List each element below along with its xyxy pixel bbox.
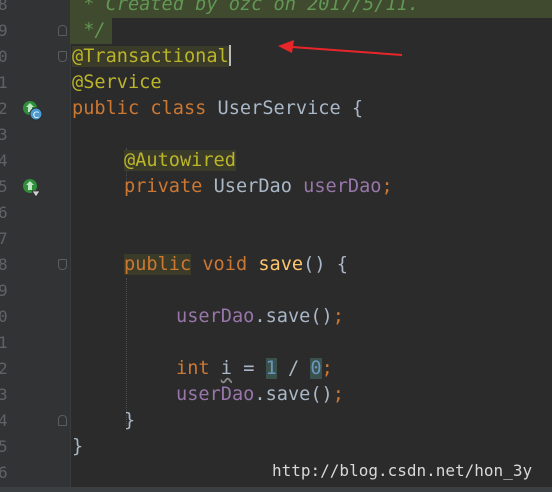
line-number: 0: [0, 47, 8, 66]
comment-text: * Created by ozc on 2017/5/11.: [72, 0, 420, 15]
gutter-line: 4: [0, 148, 70, 174]
code-line: @Service: [72, 70, 162, 96]
keyword: private: [124, 176, 203, 197]
line-number: 3: [0, 385, 8, 404]
semicolon: ;: [321, 358, 333, 379]
number-literal: 1: [265, 358, 277, 379]
editor-gutter: 8 9 0 1 2 C 3 4 5 6 7 8 9 0 1 2 3 4 5 6: [0, 0, 70, 492]
line-number: 6: [0, 203, 8, 222]
line-number: 2: [0, 359, 8, 378]
keyword-int: int: [176, 358, 210, 379]
line-number: 5: [0, 177, 8, 196]
line-number: 9: [0, 21, 8, 40]
gutter-line: 0: [0, 44, 70, 70]
class-marker-letter: C: [33, 111, 39, 121]
line-number: 4: [0, 151, 8, 170]
semicolon: ;: [332, 384, 344, 405]
line-number: 7: [0, 229, 8, 248]
fold-end-icon[interactable]: [58, 415, 67, 426]
gutter-line: 2: [0, 356, 70, 382]
gutter-line: 5: [0, 434, 70, 460]
field-reference[interactable]: userDao: [176, 306, 254, 327]
code-line: private UserDao userDao;: [124, 174, 393, 200]
type-name[interactable]: UserDao: [202, 176, 303, 197]
code-line: @Autowired: [124, 148, 236, 174]
horizontal-scrollbar[interactable]: [0, 487, 552, 492]
gutter-line: 6: [0, 200, 70, 226]
comment-text: */: [72, 20, 106, 41]
line-number: 6: [0, 463, 8, 482]
gutter-line: 8: [0, 252, 70, 278]
method-name[interactable]: save: [258, 254, 303, 275]
keyword-void: void: [191, 254, 259, 275]
code-line: userDao.save();: [176, 382, 344, 408]
keyword-public: public: [124, 254, 192, 275]
code-line: int i = 1 / 0;: [176, 356, 333, 382]
text-caret: [228, 45, 231, 66]
method-call: .save(): [254, 306, 333, 327]
indent-guide: [126, 278, 127, 426]
code-area[interactable]: * Created by ozc on 2017/5/11. */ @Trans…: [72, 0, 552, 492]
line-number: 1: [0, 333, 8, 352]
watermark: http://blog.csdn.net/hon_3y: [272, 461, 533, 480]
line-number: 8: [0, 0, 8, 14]
gutter-line: 7: [0, 226, 70, 252]
code-line: }: [72, 434, 83, 460]
code-line: public class UserService {: [72, 96, 363, 122]
service-annotation[interactable]: @Service: [72, 72, 162, 93]
gutter-line: 0: [0, 304, 70, 330]
assign-operator: =: [232, 358, 266, 379]
line-number: 3: [0, 125, 8, 144]
variable-i[interactable]: i: [221, 358, 232, 379]
field-reference[interactable]: userDao: [176, 384, 254, 405]
divide-operator: /: [276, 358, 311, 379]
fold-start-icon[interactable]: [58, 259, 67, 270]
class-name[interactable]: UserService {: [206, 98, 364, 119]
gutter-line: 3: [0, 122, 70, 148]
gutter-separator: [70, 0, 71, 492]
line-number: 9: [0, 281, 8, 300]
transactional-annotation[interactable]: @Transactional: [72, 46, 229, 67]
line-number: 2: [0, 99, 8, 118]
line-number: 8: [0, 255, 8, 274]
keyword: public class: [72, 98, 207, 119]
number-literal: 0: [310, 358, 322, 379]
gutter-line: 1: [0, 330, 70, 356]
gutter-line: 2 C: [0, 96, 70, 122]
autowired-annotation[interactable]: @Autowired: [124, 150, 236, 171]
method-signature-rest: () {: [303, 254, 348, 275]
code-line: userDao.save();: [176, 304, 344, 330]
semicolon: ;: [381, 176, 393, 197]
gutter-line: 5: [0, 174, 70, 200]
red-arrow-annotation: [278, 40, 403, 56]
class-override-icon[interactable]: C: [22, 99, 43, 121]
line-number: 4: [0, 411, 8, 430]
closing-brace: }: [124, 410, 136, 431]
field-name[interactable]: userDao: [303, 176, 381, 197]
line-number: 0: [0, 307, 8, 326]
gutter-line: 4: [0, 408, 70, 434]
semicolon: ;: [332, 306, 344, 327]
line-number: 1: [0, 73, 8, 92]
gutter-line: 9: [0, 18, 70, 44]
code-editor[interactable]: 8 9 0 1 2 C 3 4 5 6 7 8 9 0 1 2 3 4 5 6 …: [0, 0, 552, 492]
code-line: @Transactional: [72, 44, 231, 70]
line-number: 5: [0, 437, 8, 456]
code-line: * Created by ozc on 2017/5/11.: [72, 0, 419, 18]
gutter-line: 6: [0, 460, 70, 486]
code-line: public void save() {: [124, 252, 348, 278]
gutter-line: 3: [0, 382, 70, 408]
fold-start-icon[interactable]: [58, 51, 67, 62]
bean-injection-icon[interactable]: [22, 177, 41, 198]
gutter-line: 1: [0, 70, 70, 96]
code-line: */: [72, 18, 106, 44]
gutter-line: 8: [0, 0, 70, 18]
method-call: .save(): [254, 384, 333, 405]
fold-end-icon[interactable]: [58, 25, 67, 36]
gutter-line: 9: [0, 278, 70, 304]
code-line: }: [124, 408, 135, 434]
closing-brace: }: [72, 436, 84, 457]
